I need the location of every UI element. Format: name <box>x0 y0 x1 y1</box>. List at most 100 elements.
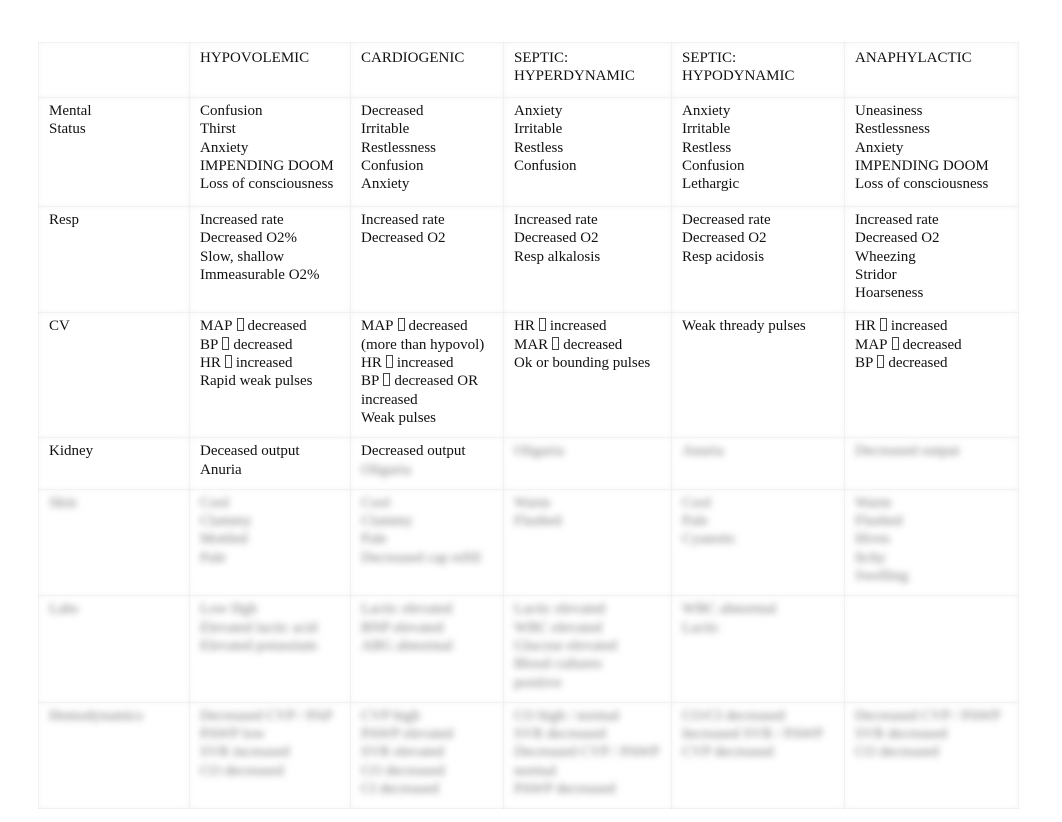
table-row: Kidney Deceased output Anuria Decreased out… <box>38 437 1019 490</box>
cell-hypovolemic: Decreased CVP / PAP PAWP low SVR increased… <box>189 701 351 810</box>
row-label-cell: Kidney <box>38 437 190 490</box>
cell-line: MAP decreased <box>361 317 493 335</box>
cell-line: MAP decreased <box>855 336 1008 354</box>
cell-hypovolemic: Cool Clammy Mottled Pale <box>189 488 351 597</box>
cell-line: Wheezing <box>855 248 916 265</box>
cell-line: Decreased CVP / PAP <box>200 707 333 724</box>
cell-septic-hyperdynamic: Warm Flushed <box>503 488 672 597</box>
cell-line: Lethargic <box>682 176 740 193</box>
missing-glyph-arrow-icon <box>224 355 232 369</box>
missing-glyph-arrow-icon <box>397 318 405 332</box>
cell-line: Thirst <box>200 121 236 138</box>
table-row: CV MAP decreased BP decreased HR increased Rapi… <box>38 312 1019 439</box>
missing-glyph-arrow-icon <box>538 318 546 332</box>
cell-line: ABG abnormal <box>361 637 454 654</box>
cell-line: Increased rate <box>514 212 598 228</box>
vital-label: BP <box>855 355 874 372</box>
cell-line: Increased rate <box>361 212 445 228</box>
cell-line: Slow, shallow <box>200 248 285 265</box>
cell-line: Cool <box>361 494 391 511</box>
row-label: CV <box>49 318 70 335</box>
row-label: Status <box>49 121 86 138</box>
vital-label: HR <box>361 355 382 372</box>
cell-line: Mottled <box>200 531 248 548</box>
cell-line: CO decreased <box>361 762 445 779</box>
cell-line: BNP elevated <box>361 619 444 636</box>
cell-line: Lactic <box>682 619 720 636</box>
header-cell-septic-hyperdynamic: SEPTIC: HYPERDYNAMIC <box>503 42 672 98</box>
cell-line: PAWP elevated <box>361 726 454 743</box>
cell-cardiogenic: CVP high PAWP elevated SVR elevated CO decr… <box>350 701 504 810</box>
vital-change: increased <box>890 318 948 335</box>
cell-line: Restlessness <box>855 121 930 138</box>
cell-line: Anxiety <box>514 103 563 119</box>
cell-line: Weak thready pulses <box>682 317 834 335</box>
cell-line: Pale <box>200 549 226 566</box>
vital-change: decreased <box>902 336 962 353</box>
row-label: Resp <box>49 212 79 228</box>
cell-line: Flushed <box>855 513 903 530</box>
cell-line: CO decreased <box>200 762 284 779</box>
cell-line: Increased SVR / PAWP <box>682 726 824 743</box>
cell-line: Irritable <box>361 121 410 138</box>
cell-septic-hyperdynamic: Oliguria <box>503 437 672 490</box>
vital-change: decreased <box>247 318 307 335</box>
row-label-cell: Resp <box>38 205 190 314</box>
cell-line: PAWP decreased <box>514 781 616 798</box>
cell-line: Confusion <box>361 157 424 174</box>
cell-line: Decreased output <box>855 443 960 460</box>
cell-line: SVR decreased <box>855 726 948 743</box>
cell-septic-hyperdynamic: Lactic elevated WBC elevated Glucose eleva… <box>503 595 672 703</box>
cell-line: Restless <box>682 139 732 156</box>
cell-line: Rapid weak pulses <box>200 372 340 390</box>
cell-line: HR increased <box>200 354 340 372</box>
vital-label: MAR <box>514 336 549 353</box>
missing-glyph-arrow-icon <box>552 336 560 350</box>
cell-line: Restlessness <box>361 139 436 156</box>
cell-line: normal <box>514 762 557 779</box>
cell-line: Deceased output <box>200 443 300 460</box>
cell-line: CVP high <box>361 707 421 724</box>
cell-line: Decreased CVP / PAWP <box>855 707 1001 724</box>
row-label-cell: Hemodynamics <box>38 701 190 810</box>
cell-line: Cyanotic <box>682 531 737 548</box>
cell-line: Confusion <box>200 103 263 119</box>
cell-hypovolemic: MAP decreased BP decreased HR increased Rapid … <box>189 312 351 439</box>
cell-line: Flushed <box>514 513 562 530</box>
cell-line: Decreased rate <box>682 212 771 228</box>
cell-line: Anuria <box>200 461 242 478</box>
vital-label: HR <box>200 355 221 372</box>
header-text: HYPERDYNAMIC <box>514 68 635 85</box>
cell-line: Hoarseness <box>855 285 924 302</box>
cell-line: BP decreased OR <box>361 372 493 390</box>
cell-line: Hives <box>855 531 890 548</box>
cell-line: SVR elevated <box>361 744 444 761</box>
cell-line: Low Hgb <box>200 601 258 618</box>
cell-line: CO high / normal <box>514 707 620 724</box>
cell-line: CO decreased <box>855 744 939 761</box>
missing-glyph-arrow-icon <box>879 318 887 332</box>
cell-line: Confusion <box>514 157 577 174</box>
cell-line: Elevated lactic acid <box>200 619 318 636</box>
cell-line: HR increased <box>514 317 661 335</box>
vital-label: BP <box>361 373 380 390</box>
cell-hypovolemic: Increased rate Decreased O2% Slow, shallow… <box>189 205 351 314</box>
cell-line: Clammy <box>361 513 413 530</box>
cell-line: MAP decreased <box>200 317 340 335</box>
cell-line: Irritable <box>514 121 563 138</box>
cell-line: Decreased O2 <box>855 230 940 247</box>
cell-anaphylactic: HR increased MAP decreased BP decreased <box>844 312 1019 439</box>
cell-line: Anxiety <box>855 139 904 156</box>
vital-change: decreased <box>408 318 468 335</box>
row-label: Kidney <box>49 443 94 460</box>
cell-line: PAWP low <box>200 726 265 743</box>
cell-line: MAR decreased <box>514 336 661 354</box>
cell-cardiogenic: Cool Clammy Pale Decreased cap refill <box>350 488 504 597</box>
header-cell-septic-hypodynamic: SEPTIC: HYPODYNAMIC <box>671 42 845 98</box>
cell-line: Irritable <box>682 121 731 138</box>
cell-line: Resp acidosis <box>682 248 765 265</box>
cell-line: Glucose elevated <box>514 637 617 654</box>
cell-line: Immeasurable O2% <box>200 266 320 283</box>
cell-cardiogenic: Decreased Irritable Restlessness Confusion A… <box>350 97 504 207</box>
cell-line: SVR decreased <box>514 726 607 743</box>
